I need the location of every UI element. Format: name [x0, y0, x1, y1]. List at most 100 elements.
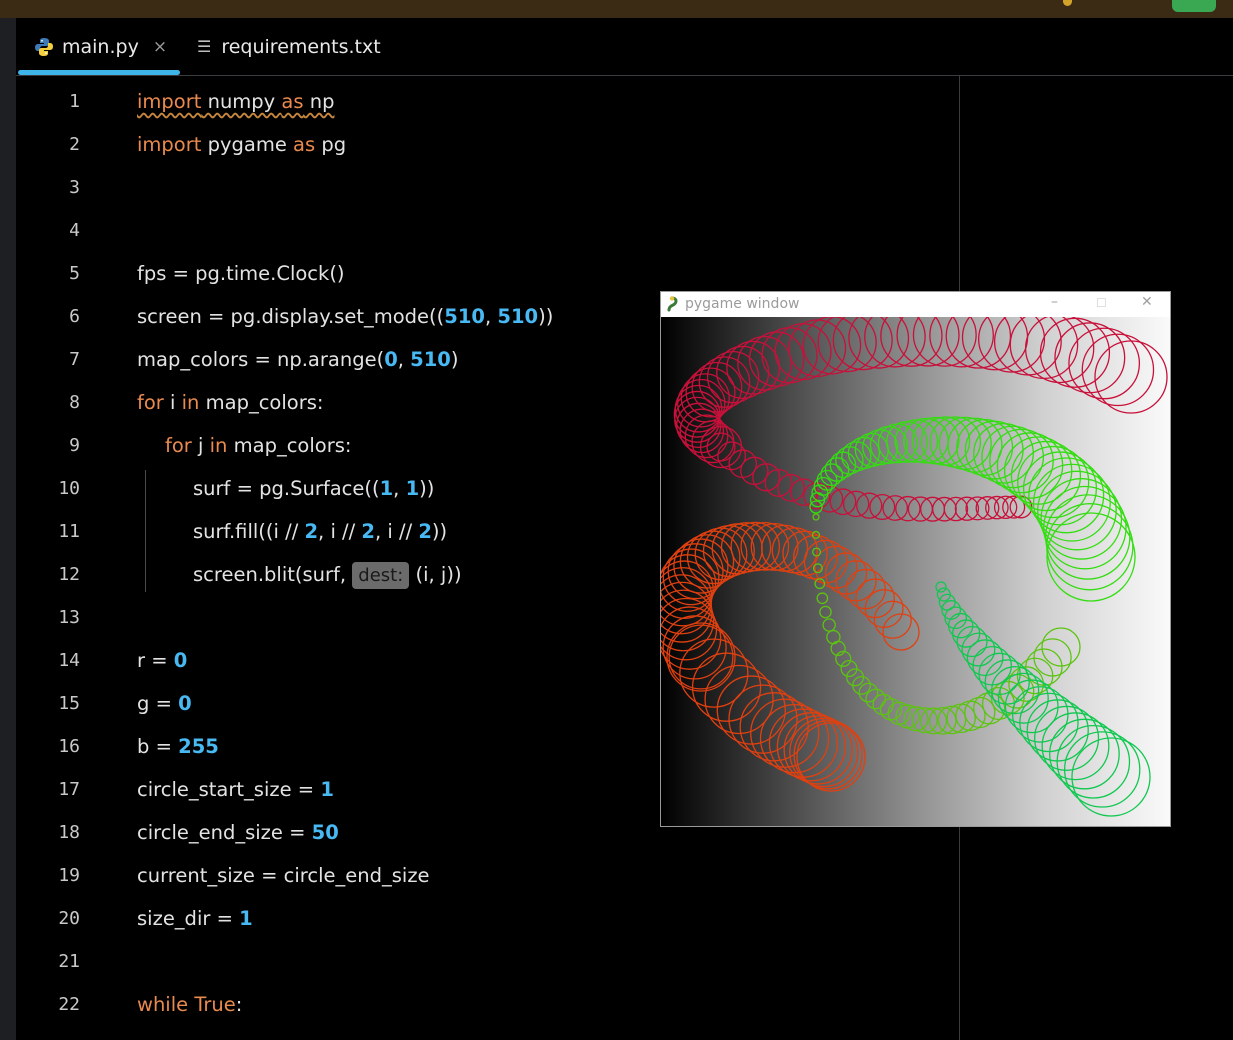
code-text[interactable]: screen.blit(surf, dest: (i, j))	[193, 553, 462, 597]
code-text[interactable]: size_dir = 1	[137, 897, 253, 940]
spiral-circle	[819, 605, 832, 619]
code-line: 3	[32, 166, 932, 209]
window-title: pygame window	[685, 296, 800, 312]
spiral-circle	[981, 425, 1045, 489]
code-text[interactable]: r = 0	[137, 639, 187, 682]
spiral-circle	[882, 613, 920, 651]
text-file-icon: ☰	[197, 37, 212, 56]
spiral-circle	[820, 463, 844, 487]
code-line: 22 while True:	[32, 983, 932, 1026]
code-line: 5 fps = pg.time.Clock()	[32, 252, 932, 295]
close-icon[interactable]: ×	[153, 37, 167, 57]
code-text[interactable]: screen = pg.display.set_mode((510, 510))	[137, 295, 553, 338]
spiral-circle	[864, 317, 926, 368]
line-number: 1	[69, 91, 80, 112]
spiral-circle	[903, 706, 929, 732]
code-text[interactable]: map_colors = np.arange(0, 510)	[137, 338, 459, 381]
spiral-circle	[920, 416, 971, 466]
spiral-circle	[935, 581, 947, 593]
line-number: 18	[58, 822, 80, 843]
spiral-circle	[673, 390, 721, 438]
code-text[interactable]: surf.fill((i // 2, i // 2, i // 2))	[193, 510, 447, 553]
parameter-hint: dest:	[352, 562, 410, 589]
spiral-circle	[846, 668, 865, 687]
code-text[interactable]: current_size = circle_end_size	[137, 854, 430, 897]
line-number: 15	[58, 693, 80, 714]
line-number: 20	[58, 908, 80, 929]
pygame-canvas[interactable]	[661, 317, 1170, 826]
code-text[interactable]: b = 255	[137, 725, 219, 768]
tab-requirements-txt[interactable]: ☰ requirements.txt	[197, 18, 381, 75]
line-number: 7	[69, 349, 80, 370]
tab-label: requirements.txt	[221, 35, 381, 58]
line-number: 8	[69, 392, 80, 413]
spiral-circle	[964, 696, 996, 729]
line-number: 12	[58, 564, 80, 585]
spiral-circle	[1094, 340, 1168, 414]
left-gutter-strip	[0, 18, 16, 1040]
spiral-circle	[1040, 478, 1123, 560]
spiral-circle	[978, 652, 1021, 696]
spiral-circle	[812, 513, 820, 521]
line-number: 2	[69, 134, 80, 155]
spiral-circle	[946, 703, 976, 734]
spiral-circle	[685, 367, 736, 418]
line-number: 13	[58, 607, 80, 628]
spiral-circle	[955, 700, 986, 731]
pygame-window[interactable]: pygame window – ☐ ✕	[660, 291, 1171, 827]
tab-label: main.py	[62, 35, 139, 58]
spiral-circle	[880, 317, 943, 367]
line-number: 19	[58, 865, 80, 886]
code-text[interactable]: for i in map_colors:	[137, 381, 323, 424]
window-titlebar[interactable]: pygame window – ☐ ✕	[661, 292, 1170, 317]
code-text[interactable]: while True:	[137, 983, 242, 1026]
spiral-circle	[990, 680, 1025, 715]
spiral-circle	[1068, 327, 1141, 400]
code-line: 2 import pygame as pg	[32, 123, 932, 166]
spiral-circle	[1046, 503, 1134, 591]
spiral-circle	[789, 717, 859, 788]
minimize-button[interactable]: –	[1051, 294, 1058, 310]
code-text[interactable]: fps = pg.time.Clock()	[137, 252, 345, 295]
spiral-circle	[975, 496, 1000, 520]
notification-dot	[1063, 0, 1072, 6]
code-line: 4	[32, 209, 932, 252]
code-text[interactable]: import numpy as np	[137, 80, 334, 123]
snake-icon	[667, 296, 678, 312]
line-number: 9	[69, 435, 80, 456]
close-button[interactable]: ✕	[1141, 294, 1153, 310]
line-number: 11	[58, 521, 80, 542]
run-button[interactable]	[1172, 0, 1216, 12]
line-number: 17	[58, 779, 80, 800]
spiral-circle	[674, 384, 723, 433]
code-text[interactable]: g = 0	[137, 682, 192, 725]
code-text[interactable]: circle_end_size = 50	[137, 811, 339, 854]
tab-bar: main.py × ☰ requirements.txt	[16, 18, 1233, 76]
tab-main-py[interactable]: main.py ×	[16, 18, 180, 75]
spiral-circle	[938, 416, 992, 470]
spiral-circle	[1033, 638, 1072, 677]
line-number: 5	[69, 263, 80, 284]
code-line: 1 import numpy as np	[32, 80, 932, 123]
maximize-button[interactable]: ☐	[1096, 296, 1107, 310]
code-text[interactable]: for j in map_colors:	[165, 424, 351, 467]
spiral-circle	[816, 592, 829, 605]
spiral-drawing	[661, 317, 1168, 817]
code-line: 21	[32, 940, 932, 983]
spiral-circle	[896, 317, 960, 367]
line-number: 22	[58, 994, 80, 1015]
line-number: 14	[58, 650, 80, 671]
spiral-circle	[704, 664, 774, 735]
line-number: 10	[58, 478, 80, 499]
spiral-circle	[966, 639, 1004, 677]
code-text[interactable]: surf = pg.Surface((1, 1))	[193, 467, 434, 510]
spiral-circle	[1039, 317, 1111, 388]
code-text[interactable]: import pygame as pg	[137, 123, 346, 166]
code-line: 19 current_size = circle_end_size	[32, 854, 932, 897]
code-text[interactable]: circle_start_size = 1	[137, 768, 334, 811]
code-line: 20 size_dir = 1	[32, 897, 932, 940]
indent-guide	[145, 470, 146, 592]
line-number: 3	[69, 177, 80, 198]
line-number: 21	[58, 951, 80, 972]
python-icon	[35, 37, 53, 56]
